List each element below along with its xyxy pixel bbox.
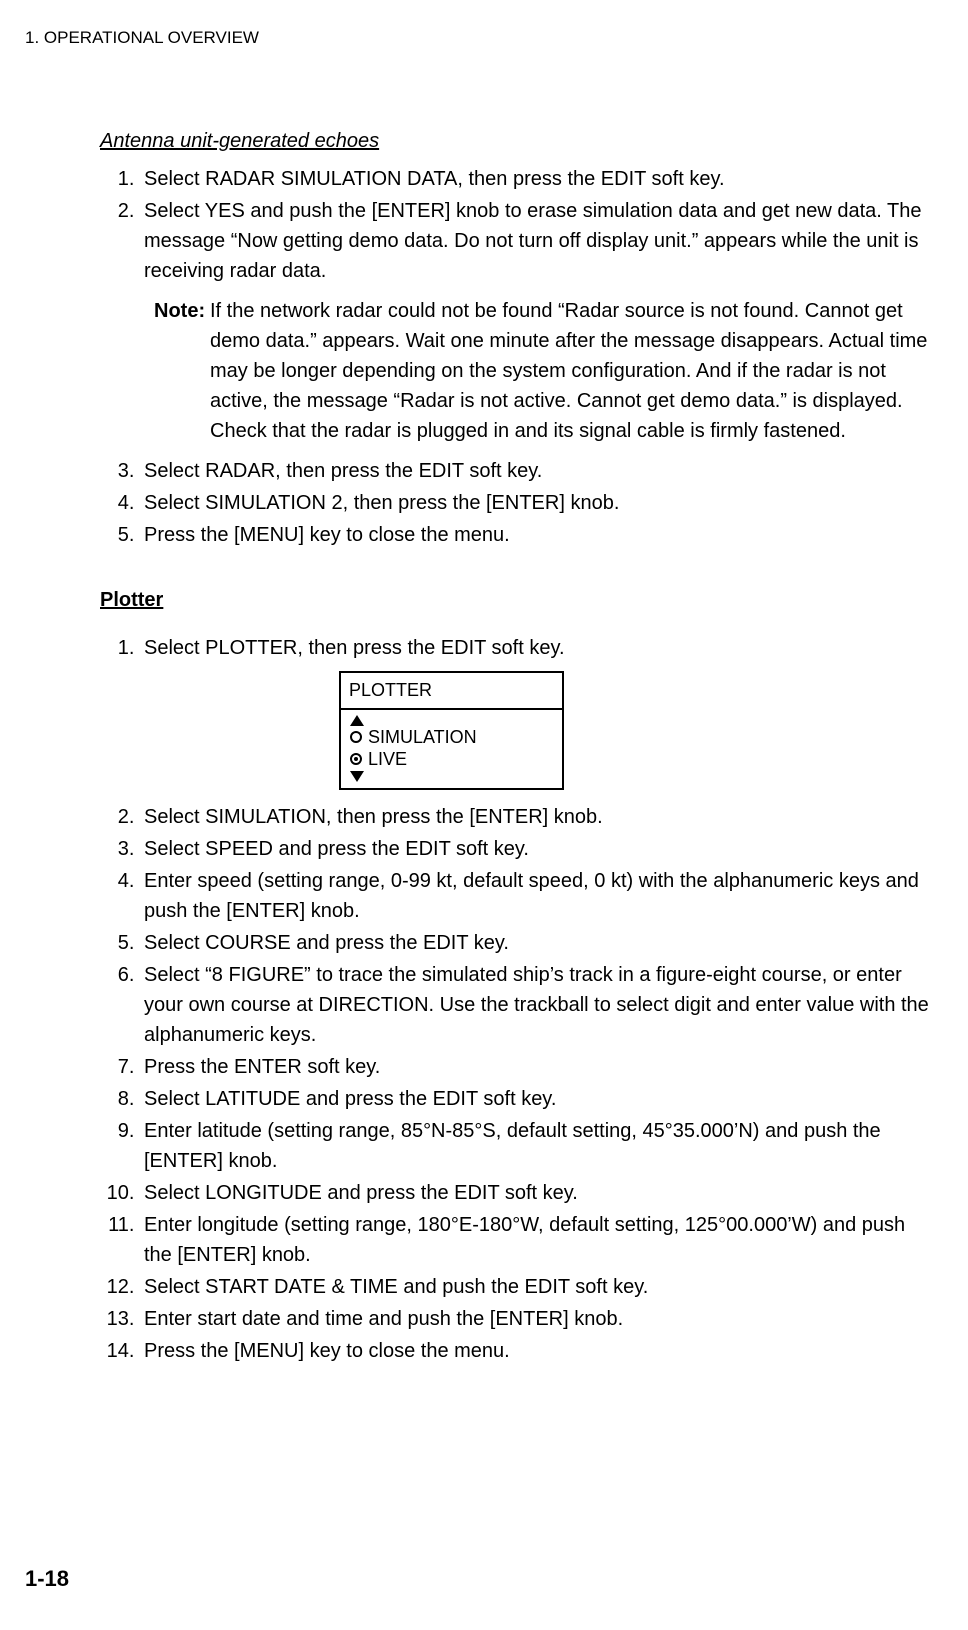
option-label: SIMULATION (368, 726, 477, 749)
plotter-step1-text: Select PLOTTER, then press the EDIT soft… (144, 637, 565, 659)
list-item: Press the [MENU] key to close the menu. (140, 520, 933, 550)
option-live: LIVE (349, 748, 554, 771)
section2-list: Select PLOTTER, then press the EDIT soft… (100, 633, 933, 1366)
list-item: Press the ENTER soft key. (140, 1052, 933, 1082)
list-item: Press the [MENU] key to close the menu. (140, 1336, 933, 1366)
plotter-box-title: PLOTTER (341, 673, 562, 710)
plotter-menu-box: PLOTTER SIMULATION LIVE (339, 671, 564, 790)
plotter-box-body: SIMULATION LIVE (341, 710, 562, 788)
list-item: Select LATITUDE and press the EDIT soft … (140, 1084, 933, 1114)
list-text: Select YES and push the [ENTER] knob to … (144, 200, 922, 282)
section2-title: Plotter (100, 585, 933, 615)
radio-filled-icon (350, 753, 362, 765)
page-header: 1. OPERATIONAL OVERVIEW (25, 25, 933, 51)
list-item: Select SPEED and press the EDIT soft key… (140, 834, 933, 864)
option-simulation: SIMULATION (349, 726, 554, 749)
note-body: If the network radar could not be found … (154, 296, 933, 446)
page-number: 1-18 (25, 1562, 69, 1595)
option-label: LIVE (368, 748, 407, 771)
triangle-down-icon (350, 771, 364, 782)
list-item: Select YES and push the [ENTER] knob to … (140, 196, 933, 446)
section1-title: Antenna unit-generated echoes (100, 126, 933, 156)
list-item: Select RADAR, then press the EDIT soft k… (140, 456, 933, 486)
list-item: Select START DATE & TIME and push the ED… (140, 1272, 933, 1302)
list-item: Select COURSE and press the EDIT key. (140, 928, 933, 958)
list-item: Select PLOTTER, then press the EDIT soft… (140, 633, 933, 790)
list-item: Enter latitude (setting range, 85°N-85°S… (140, 1116, 933, 1176)
note-label: Note: (154, 300, 205, 322)
scroll-up-row (349, 715, 554, 726)
list-item: Select “8 FIGURE” to trace the simulated… (140, 960, 933, 1050)
list-item: Select RADAR SIMULATION DATA, then press… (140, 164, 933, 194)
list-item: Select LONGITUDE and press the EDIT soft… (140, 1178, 933, 1208)
triangle-up-icon (350, 715, 364, 726)
list-item: Select SIMULATION, then press the [ENTER… (140, 802, 933, 832)
scroll-down-row (349, 771, 554, 782)
radio-empty-icon (350, 731, 362, 743)
main-content: Antenna unit-generated echoes Select RAD… (25, 126, 933, 1366)
note-block: Note: If the network radar could not be … (144, 296, 933, 446)
section1-list: Select RADAR SIMULATION DATA, then press… (100, 164, 933, 550)
list-item: Enter longitude (setting range, 180°E-18… (140, 1210, 933, 1270)
list-item: Enter start date and time and push the [… (140, 1304, 933, 1334)
list-item: Enter speed (setting range, 0-99 kt, def… (140, 866, 933, 926)
list-item: Select SIMULATION 2, then press the [ENT… (140, 488, 933, 518)
